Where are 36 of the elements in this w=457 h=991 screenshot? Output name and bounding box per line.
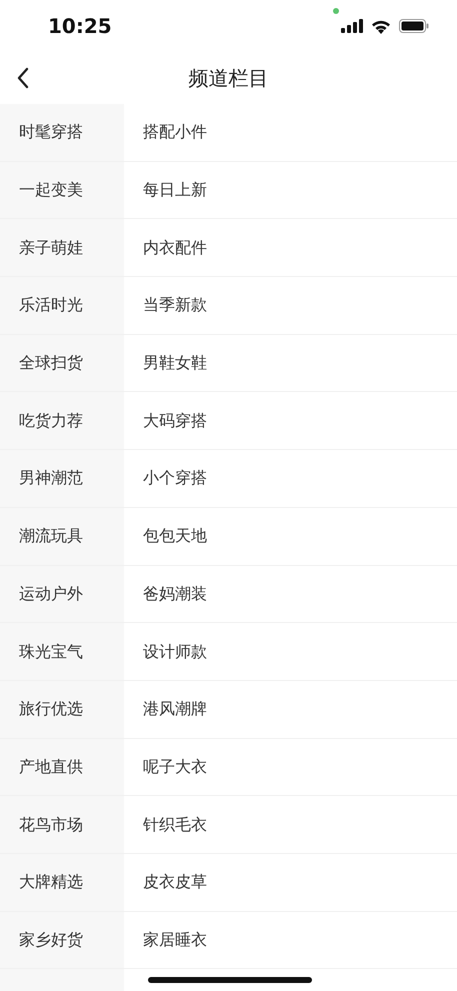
category-item[interactable]: 一起变美 — [0, 162, 124, 218]
channel-item[interactable]: 包包天地 — [124, 508, 457, 564]
channel-item[interactable]: 当季新款 — [124, 277, 457, 334]
category-item[interactable]: 时髦穿搭 — [0, 104, 124, 161]
category-item[interactable]: 家乡好货 — [0, 912, 124, 968]
category-item[interactable]: 花鸟市场 — [0, 796, 124, 853]
category-item[interactable]: 大牌精选 — [0, 854, 124, 911]
battery-icon — [399, 19, 429, 33]
category-item[interactable]: 全球扫货 — [0, 334, 124, 392]
channel-item[interactable]: 搭配小件 — [124, 104, 457, 161]
channel-item[interactable]: 爸妈潮装 — [124, 566, 457, 622]
category-item[interactable]: 珠光宝气 — [0, 623, 124, 680]
category-item[interactable]: 亲子萌娃 — [0, 219, 124, 276]
channel-item[interactable]: 针织毛衣 — [124, 796, 457, 853]
status-time: 10:25 — [48, 13, 112, 40]
wifi-icon — [371, 18, 391, 34]
category-item[interactable]: 旅行优选 — [0, 680, 124, 738]
channel-item[interactable]: 港风潮牌 — [124, 680, 457, 738]
channel-item[interactable]: 皮衣皮草 — [124, 854, 457, 911]
channel-item[interactable]: 家居睡衣 — [124, 912, 457, 968]
privacy-indicator-icon — [333, 8, 339, 14]
signal-icon — [341, 19, 363, 33]
category-item[interactable]: 产地直供 — [0, 738, 124, 796]
channel-item[interactable]: 小个穿搭 — [124, 450, 457, 507]
channel-item[interactable]: 大码穿搭 — [124, 392, 457, 450]
category-item[interactable]: 吃货力荐 — [0, 392, 124, 450]
category-item[interactable]: 运动户外 — [0, 566, 124, 622]
channel-item[interactable]: 内衣配件 — [124, 219, 457, 276]
channel-item[interactable]: 男鞋女鞋 — [124, 334, 457, 392]
channel-item[interactable]: 每日上新 — [124, 162, 457, 218]
channel-item[interactable]: 呢子大衣 — [124, 738, 457, 796]
category-item[interactable]: 男神潮范 — [0, 450, 124, 507]
channel-item[interactable]: 设计师款 — [124, 623, 457, 680]
page-title: 频道栏目 — [188, 65, 268, 92]
category-item[interactable]: 潮流玩具 — [0, 508, 124, 564]
category-item[interactable]: 乐活时光 — [0, 277, 124, 334]
